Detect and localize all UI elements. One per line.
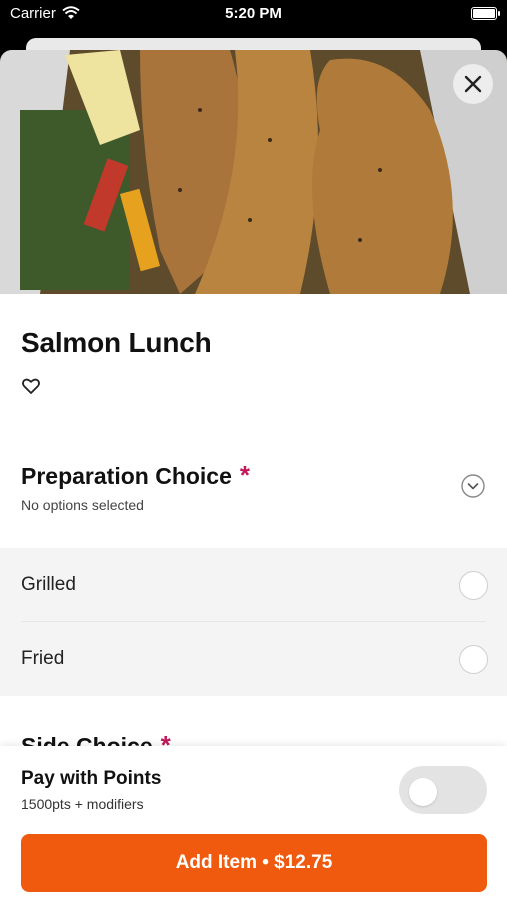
battery-icon <box>471 7 500 20</box>
preparation-choice-title: Preparation Choice <box>21 463 232 489</box>
radio-button[interactable] <box>459 645 488 674</box>
food-photo <box>0 50 507 294</box>
preparation-choice-status: No options selected <box>21 497 144 513</box>
option-grilled[interactable]: Grilled <box>21 548 488 622</box>
item-title: Salmon Lunch <box>21 327 212 358</box>
option-fried[interactable]: Fried <box>21 622 488 696</box>
preparation-options-list: Grilled Fried <box>0 548 507 696</box>
points-cost-label: 1500pts + modifiers <box>21 796 144 812</box>
radio-button[interactable] <box>459 571 488 600</box>
pay-with-points-label: Pay with Points <box>21 768 162 789</box>
checkout-footer: Pay with Points 1500pts + modifiers Add … <box>0 746 507 900</box>
required-marker: * <box>239 460 251 490</box>
clock: 5:20 PM <box>225 5 282 22</box>
item-sheet: Salmon Lunch Preparation Choice * No opti… <box>0 50 507 900</box>
option-label: Fried <box>21 648 65 669</box>
close-icon <box>464 75 482 93</box>
close-button[interactable] <box>453 64 493 104</box>
chevron-down-icon[interactable] <box>461 474 485 498</box>
add-item-button[interactable]: Add Item • $12.75 <box>21 834 487 892</box>
preparation-choice-header[interactable]: Preparation Choice * No options selected <box>21 460 507 550</box>
status-bar: Carrier 5:20 PM <box>0 0 507 30</box>
pay-with-points-toggle[interactable] <box>399 766 487 814</box>
toggle-knob <box>409 778 437 806</box>
option-label: Grilled <box>21 573 76 595</box>
heart-icon[interactable] <box>21 376 41 396</box>
